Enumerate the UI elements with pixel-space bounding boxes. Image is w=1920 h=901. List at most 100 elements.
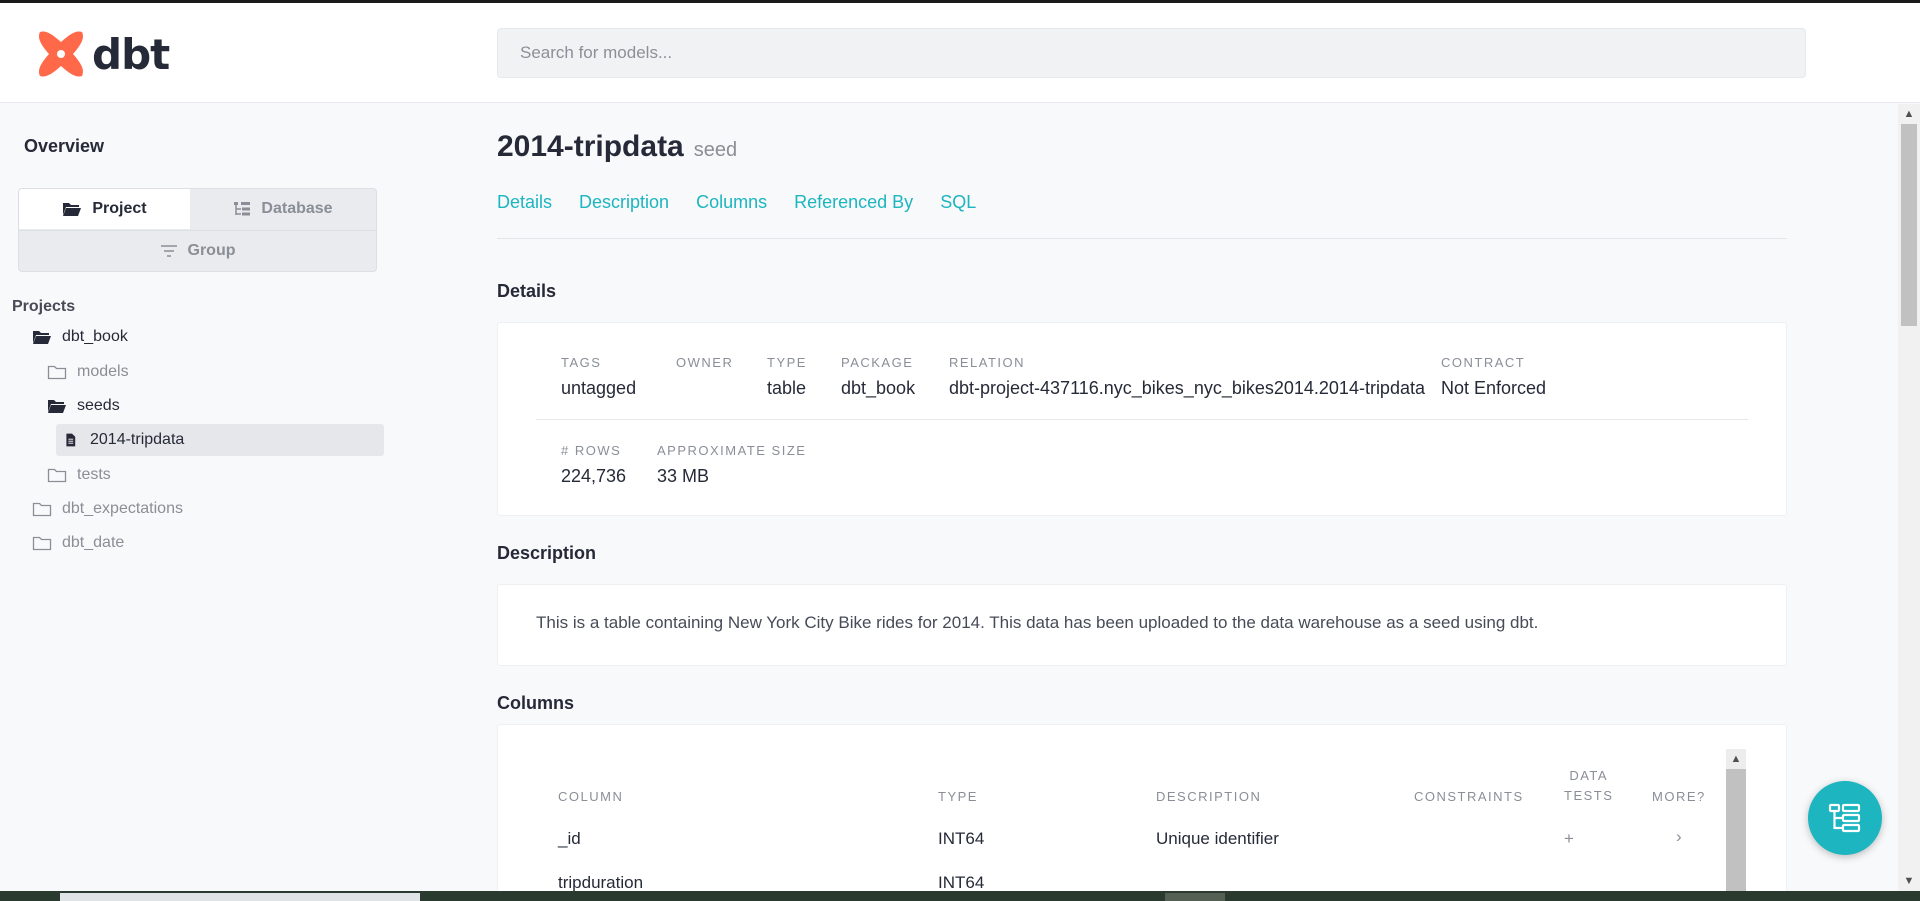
tree-item-dbt-expectations[interactable]: dbt_expectations: [32, 493, 183, 525]
column-name-cell[interactable]: _id: [558, 829, 581, 849]
description-text: This is a table containing New York City…: [536, 613, 1539, 632]
tab-project[interactable]: Project: [19, 189, 190, 229]
folder-open-icon: [33, 331, 51, 344]
scrollbar-thumb[interactable]: [1901, 124, 1917, 326]
column-type-cell: INT64: [938, 873, 985, 892]
detail-rows: # ROWS 224,736: [561, 443, 626, 487]
column-name-cell[interactable]: tripduration: [558, 873, 643, 893]
detail-value: 33 MB: [657, 466, 710, 486]
scroll-up-arrow-icon[interactable]: ▲: [1898, 104, 1920, 124]
column-description-cell: Unique identifier: [1156, 829, 1279, 848]
page-title-row: 2014-tripdata seed: [497, 130, 737, 164]
details-divider: [536, 419, 1748, 420]
tab-group-label: Group: [187, 242, 236, 259]
tree-item-dbt-book[interactable]: dbt_book: [32, 321, 128, 353]
tab-details[interactable]: Details: [497, 192, 552, 213]
detail-value: dbt_book: [841, 378, 916, 398]
columns-scrollbar[interactable]: ▲: [1726, 749, 1746, 899]
col-header-data: DATA: [1569, 768, 1609, 783]
detail-label: TAGS: [561, 355, 602, 370]
tree-item-models[interactable]: models: [47, 356, 129, 388]
detail-package: PACKAGE dbt_book: [841, 355, 915, 399]
detail-label: RELATION: [949, 355, 1026, 370]
tab-referenced-by[interactable]: Referenced By: [794, 192, 913, 213]
tree-item-dbt-date[interactable]: dbt_date: [32, 527, 124, 559]
file-text-icon: [66, 433, 76, 447]
folder-icon: [32, 502, 52, 517]
detail-value: Not Enforced: [1441, 378, 1547, 398]
tree-item-label: dbt_book: [62, 328, 128, 345]
dbt-logo[interactable]: dbt: [36, 29, 170, 79]
taskbar-segment: [60, 893, 420, 901]
resource-type: seed: [693, 139, 738, 161]
tree-item-tests[interactable]: tests: [47, 459, 111, 491]
page-scrollbar[interactable]: ▲ ▼: [1898, 104, 1920, 891]
tree-item-label: tests: [77, 466, 111, 483]
tab-database[interactable]: Database: [190, 189, 376, 229]
columns-heading: Columns: [497, 693, 575, 713]
description-heading: Description: [497, 543, 597, 563]
folder-icon: [47, 365, 67, 380]
tab-group[interactable]: Group: [19, 230, 376, 271]
logo-wordmark: dbt: [92, 29, 170, 79]
detail-type: TYPE table: [767, 355, 807, 399]
tab-columns[interactable]: Columns: [696, 192, 767, 213]
tab-description[interactable]: Description: [579, 192, 669, 213]
section-tabs: Details Description Columns Referenced B…: [497, 192, 976, 213]
detail-value: 224,736: [561, 466, 627, 486]
scrollbar-thumb[interactable]: [1726, 769, 1746, 899]
tree-item-seeds[interactable]: seeds: [47, 390, 120, 422]
taskbar-segment: [1165, 893, 1225, 901]
detail-value: untagged: [561, 378, 637, 398]
tree-item-label: 2014-tripdata: [90, 431, 185, 448]
scroll-down-arrow-icon[interactable]: ▼: [1898, 871, 1920, 891]
sidebar: Overview Project Database Group Projects…: [0, 104, 400, 901]
tree-item-label: dbt_expectations: [62, 500, 183, 517]
search-input[interactable]: [497, 28, 1806, 78]
filter-lines-icon: [160, 245, 177, 257]
col-header-more: MORE?: [1652, 789, 1706, 804]
tab-database-label: Database: [261, 200, 333, 217]
folder-icon: [32, 536, 52, 551]
folder-icon: [47, 468, 67, 483]
scroll-up-arrow-icon[interactable]: ▲: [1726, 749, 1746, 769]
col-header-tests: TESTS: [1564, 788, 1614, 803]
col-header-description: DESCRIPTION: [1156, 789, 1262, 804]
column-type-cell: INT64: [938, 829, 985, 848]
lineage-tree-icon: [1828, 803, 1861, 833]
top-header: dbt: [0, 3, 1920, 103]
expand-row-chevron-icon[interactable]: ›: [1676, 827, 1682, 847]
detail-label: OWNER: [676, 355, 734, 370]
detail-label: # ROWS: [561, 443, 622, 458]
os-taskbar: [0, 891, 1920, 901]
add-test-button[interactable]: +: [1564, 829, 1574, 849]
col-header-type: TYPE: [938, 789, 978, 804]
detail-owner: OWNER: [676, 355, 733, 378]
columns-card: COLUMN TYPE DESCRIPTION CONSTRAINTS DATA…: [497, 724, 1787, 901]
dbt-logo-icon: [39, 31, 83, 77]
tab-sql[interactable]: SQL: [940, 192, 976, 213]
folder-open-icon: [48, 400, 66, 413]
detail-value: table: [767, 378, 807, 398]
folder-open-icon: [63, 203, 82, 216]
tree-item-label: seeds: [77, 397, 120, 414]
page-title: 2014-tripdata: [497, 130, 684, 163]
detail-label: PACKAGE: [841, 355, 914, 370]
tree-icon: [234, 202, 251, 216]
detail-label: TYPE: [767, 355, 807, 370]
detail-label: CONTRACT: [1441, 355, 1526, 370]
details-card: TAGS untagged OWNER TYPE table PACKAGE d…: [497, 322, 1787, 516]
col-header-constraints: CONSTRAINTS: [1414, 789, 1524, 804]
view-switcher: Project Database Group: [18, 188, 377, 272]
tab-project-label: Project: [92, 200, 147, 217]
overview-link[interactable]: Overview: [24, 136, 104, 157]
detail-contract: CONTRACT Not Enforced: [1441, 355, 1546, 399]
tree-item-2014-tripdata[interactable]: 2014-tripdata: [56, 424, 384, 456]
detail-tags: TAGS untagged: [561, 355, 636, 399]
col-header-column: COLUMN: [558, 789, 624, 804]
detail-size: APPROXIMATE SIZE 33 MB: [657, 443, 806, 487]
details-heading: Details: [497, 281, 557, 301]
projects-heading: Projects: [12, 298, 76, 315]
lineage-graph-button[interactable]: [1808, 781, 1882, 855]
tree-item-label: models: [77, 363, 129, 380]
